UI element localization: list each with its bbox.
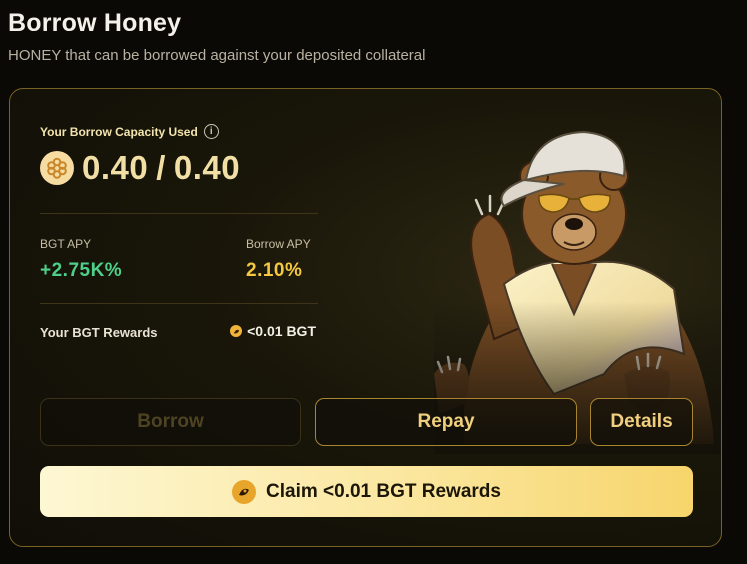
- bgt-rewards-label: Your BGT Rewards: [40, 325, 158, 340]
- divider: [40, 303, 318, 304]
- repay-button[interactable]: Repay: [315, 398, 577, 446]
- borrow-apy-value: 2.10%: [246, 260, 303, 281]
- bgt-apy-label: BGT APY: [40, 237, 92, 251]
- borrow-capacity-label: Your Borrow Capacity Used i: [40, 124, 219, 139]
- borrow-card: Your Borrow Capacity Used i 0.40 / 0.40 …: [9, 88, 722, 547]
- borrow-capacity-value: 0.40 / 0.40: [40, 149, 240, 187]
- capacity-total-value: 0.40: [173, 149, 241, 186]
- bgt-rewards-amount: <0.01 BGT: [247, 323, 316, 339]
- page-subtitle: HONEY that can be borrowed against your …: [8, 47, 426, 64]
- bgt-token-icon: [232, 479, 257, 504]
- claim-rewards-button[interactable]: Claim <0.01 BGT Rewards: [40, 466, 693, 517]
- bgt-token-icon: [230, 325, 243, 337]
- borrow-capacity-label-text: Your Borrow Capacity Used: [40, 124, 198, 139]
- claim-rewards-label: Claim <0.01 BGT Rewards: [266, 480, 501, 502]
- page-title: Borrow Honey: [8, 9, 182, 37]
- divider: [40, 213, 318, 214]
- bgt-rewards-value: <0.01 BGT: [230, 323, 316, 339]
- bgt-apy-value: +2.75K%: [40, 260, 123, 281]
- capacity-used-value: 0.40: [82, 149, 149, 186]
- borrow-button[interactable]: Borrow: [40, 398, 301, 446]
- info-icon[interactable]: i: [203, 124, 219, 139]
- honey-token-icon: [40, 151, 74, 185]
- borrow-apy-label: Borrow APY: [246, 237, 311, 251]
- capacity-separator: /: [156, 149, 166, 186]
- details-button[interactable]: Details: [590, 398, 693, 446]
